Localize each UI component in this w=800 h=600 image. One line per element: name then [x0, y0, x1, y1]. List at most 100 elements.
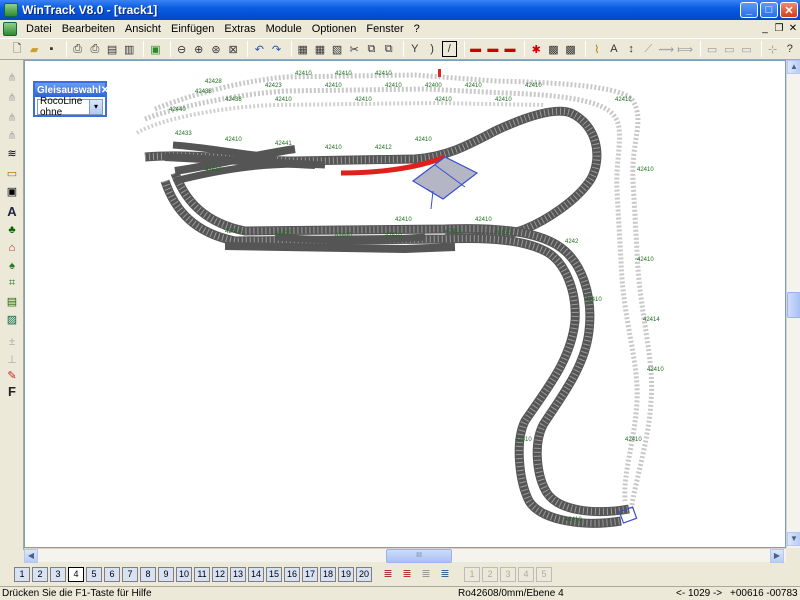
copy-icon[interactable]: ⧉ — [364, 41, 378, 57]
menu-bearbeiten[interactable]: Bearbeiten — [57, 23, 120, 35]
text-tool-icon[interactable]: A — [607, 41, 621, 57]
horizontal-scrollbar[interactable]: ◀ III ▶ — [24, 548, 786, 563]
level-14[interactable]: 14 — [248, 566, 264, 582]
signal-icon[interactable]: ♣ — [4, 222, 20, 237]
ramp-icon[interactable]: ⟾ — [677, 41, 693, 57]
scroll-right-button[interactable]: ▶ — [770, 549, 784, 563]
layer-red-icon[interactable]: ▬ — [469, 41, 483, 57]
panel-close-icon[interactable]: ✕ — [101, 85, 109, 96]
landscape-icon[interactable]: ⌗ — [4, 276, 20, 291]
undo-icon[interactable]: ↶ — [252, 41, 266, 57]
layers-red-icon[interactable]: ≣ — [399, 567, 415, 582]
title-bar[interactable]: WinTrack V8.0 - [track1] _ □ ✕ — [0, 0, 800, 20]
mdi-close-button[interactable]: ✕ — [786, 22, 800, 36]
menu-module[interactable]: Module — [261, 23, 307, 35]
level-7[interactable]: 7 — [122, 566, 138, 582]
open-folder-icon[interactable]: ▰ — [27, 41, 41, 57]
function-icon[interactable]: F — [4, 384, 20, 399]
sublevel-4[interactable]: 4 — [518, 566, 534, 582]
building-tool-icon[interactable]: ▣ — [4, 184, 20, 199]
layer-settings-icon[interactable]: ▩ — [563, 41, 577, 57]
menu-einfuegen[interactable]: Einfügen — [166, 23, 219, 35]
table-icon[interactable]: ▧ — [330, 41, 344, 57]
level-17[interactable]: 17 — [302, 566, 318, 582]
level-10[interactable]: 10 — [176, 566, 192, 582]
print-icon[interactable]: ⎙ — [88, 41, 102, 57]
menu-ansicht[interactable]: Ansicht — [120, 23, 166, 35]
track-tool-2-icon[interactable]: ⋔ — [4, 90, 20, 105]
zoom-out-icon[interactable]: ⊖ — [175, 41, 189, 57]
menu-optionen[interactable]: Optionen — [307, 23, 362, 35]
print-preview-icon[interactable]: ⎙ — [71, 41, 85, 57]
flex-track-icon[interactable]: ≋ — [4, 146, 20, 161]
picture-tool-icon[interactable]: ▨ — [4, 312, 20, 327]
track-tool-3-icon[interactable]: ⋔ — [4, 110, 20, 125]
level-19[interactable]: 19 — [338, 566, 354, 582]
level-5[interactable]: 5 — [86, 566, 102, 582]
layers-blue-icon[interactable]: ≣ — [437, 567, 453, 582]
track-tool-4-icon[interactable]: ⋔ — [4, 128, 20, 143]
properties-icon[interactable]: ▦ — [296, 41, 310, 57]
mdi-restore-button[interactable]: ❐ — [772, 22, 786, 36]
block3-icon[interactable]: ▭ — [739, 41, 753, 57]
redo-icon[interactable]: ↷ — [269, 41, 283, 57]
dimension-icon[interactable]: ± — [4, 334, 20, 349]
close-button[interactable]: ✕ — [780, 2, 798, 18]
curve-icon[interactable]: ) — [425, 41, 439, 57]
drawing-canvas[interactable]: 42410 42410 42410 42423 42410 42410 4240… — [24, 60, 786, 548]
menu-datei[interactable]: Datei — [21, 23, 57, 35]
layer-move-icon[interactable]: ▬ — [503, 41, 517, 57]
save-icon[interactable]: ▪ — [44, 41, 58, 57]
block2-icon[interactable]: ▭ — [722, 41, 736, 57]
track-tool-1-icon[interactable]: ⋔ — [4, 70, 20, 85]
text-icon[interactable]: A — [4, 204, 20, 219]
level-3[interactable]: 3 — [50, 566, 66, 582]
level-18[interactable]: 18 — [320, 566, 336, 582]
zoom-window-icon[interactable]: ⊛ — [209, 41, 223, 57]
minimize-button[interactable]: _ — [740, 2, 758, 18]
platform-icon[interactable]: ▭ — [4, 166, 20, 181]
sublevel-2[interactable]: 2 — [482, 566, 498, 582]
straight-track-icon[interactable]: / — [442, 41, 457, 57]
mdi-minimize-button[interactable]: _ — [758, 22, 772, 36]
layer-copy-icon[interactable]: ▬ — [486, 41, 500, 57]
track-library-icon[interactable]: ▩ — [546, 41, 560, 57]
zoom-in-icon[interactable]: ⊕ — [192, 41, 206, 57]
level-12[interactable]: 12 — [212, 566, 228, 582]
grid-icon[interactable]: ▦ — [313, 41, 327, 57]
scroll-left-button[interactable]: ◀ — [24, 549, 38, 563]
level-9[interactable]: 9 — [158, 566, 174, 582]
tree-icon[interactable]: ♠ — [4, 258, 20, 273]
track-library-select[interactable]: RocoLine ohne ▾ — [37, 96, 103, 118]
level-2[interactable]: 2 — [32, 566, 48, 582]
block-icon[interactable]: ▭ — [705, 41, 719, 57]
house-icon[interactable]: ⌂ — [4, 240, 20, 255]
layers-stack-icon[interactable]: ≣ — [380, 567, 396, 582]
new-file-icon[interactable]: 🗋 — [10, 41, 24, 57]
level-8[interactable]: 8 — [140, 566, 156, 582]
picture-icon[interactable]: ▣ — [148, 41, 162, 57]
upper-siding[interactable] — [135, 100, 546, 135]
vertical-scroll-thumb[interactable] — [787, 292, 800, 318]
color-tool-icon[interactable]: ✎ — [4, 368, 20, 383]
chevron-down-icon[interactable]: ▾ — [89, 100, 102, 114]
vertical-scrollbar[interactable]: ▲ ▼ — [786, 60, 800, 548]
zoom-all-icon[interactable]: ⊠ — [226, 41, 240, 57]
level-6[interactable]: 6 — [104, 566, 120, 582]
dimension2-icon[interactable]: ⊥ — [4, 352, 20, 367]
level-16[interactable]: 16 — [284, 566, 300, 582]
parts-list-icon[interactable]: ▥ — [122, 41, 136, 57]
level-15[interactable]: 15 — [266, 566, 282, 582]
bridge-icon[interactable]: ⟿ — [658, 41, 674, 57]
level-1[interactable]: 1 — [14, 566, 30, 582]
layers-gray-icon[interactable]: ≣ — [418, 567, 434, 582]
level-13[interactable]: 13 — [230, 566, 246, 582]
page-setup-icon[interactable]: ▤ — [105, 41, 119, 57]
menu-fenster[interactable]: Fenster — [361, 23, 408, 35]
maximize-button[interactable]: □ — [760, 2, 778, 18]
level-4[interactable]: 4 — [68, 566, 84, 582]
terrain-icon[interactable]: ▤ — [4, 294, 20, 309]
scroll-down-button[interactable]: ▼ — [787, 532, 800, 546]
level-20[interactable]: 20 — [356, 566, 372, 582]
slope-icon[interactable]: ⟋ — [641, 41, 655, 57]
